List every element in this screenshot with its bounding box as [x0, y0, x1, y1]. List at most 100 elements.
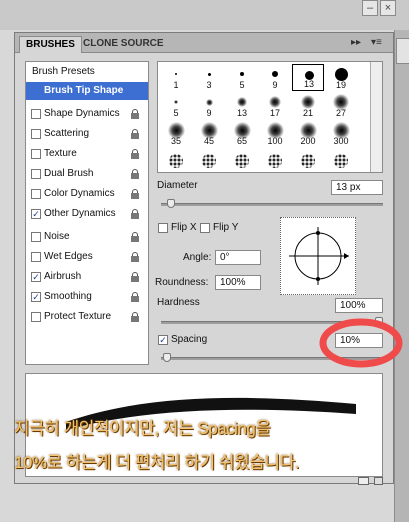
- brush-preset[interactable]: 45: [193, 120, 225, 147]
- roundness-field[interactable]: 100%: [215, 275, 261, 290]
- brush-setting-wet-edges[interactable]: Wet Edges: [26, 248, 148, 266]
- brush-size-label: 27: [335, 108, 346, 118]
- brush-setting-shape-dynamics[interactable]: Shape Dynamics: [26, 105, 148, 123]
- lock-icon[interactable]: [130, 292, 140, 302]
- brush-setting-dual-brush[interactable]: Dual Brush: [26, 165, 148, 183]
- hardness-field[interactable]: 100%: [335, 298, 383, 313]
- angle-field[interactable]: 0°: [215, 250, 261, 265]
- diameter-label: Diameter: [157, 180, 198, 191]
- angle-crosshair-icon: [289, 227, 349, 285]
- flip-x-checkbox[interactable]: [158, 223, 168, 233]
- brush-preset[interactable]: [226, 148, 258, 172]
- brush-setting-brush-tip-shape[interactable]: Brush Tip Shape: [26, 82, 148, 100]
- setting-checkbox[interactable]: [31, 232, 41, 242]
- brush-setting-airbrush[interactable]: ✓ Airbrush: [26, 268, 148, 286]
- brush-preset[interactable]: 200: [292, 120, 324, 147]
- setting-checkbox[interactable]: [31, 312, 41, 322]
- brush-preset[interactable]: 5: [160, 92, 192, 119]
- tab-brushes[interactable]: BRUSHES: [19, 36, 82, 53]
- panel-menu-icon[interactable]: ▾≡: [371, 37, 382, 49]
- brush-preset[interactable]: 17: [259, 92, 291, 119]
- brush-preset[interactable]: 100: [259, 120, 291, 147]
- lock-icon[interactable]: [130, 312, 140, 322]
- brush-setting-color-dynamics[interactable]: Color Dynamics: [26, 185, 148, 203]
- window-top-strip: [0, 0, 409, 30]
- brush-preset[interactable]: 9: [193, 92, 225, 119]
- brush-setting-smoothing[interactable]: ✓ Smoothing: [26, 288, 148, 306]
- setting-label: Noise: [44, 231, 70, 242]
- brush-preset[interactable]: 9: [259, 64, 291, 91]
- brush-size-label: 5: [173, 108, 179, 118]
- setting-checkbox[interactable]: ✓: [31, 209, 41, 219]
- lock-icon[interactable]: [130, 149, 140, 159]
- lock-icon[interactable]: [130, 232, 140, 242]
- lock-icon[interactable]: [130, 169, 140, 179]
- tab-clone-source[interactable]: CLONE SOURCE: [77, 36, 170, 53]
- setting-checkbox[interactable]: [31, 189, 41, 199]
- setting-checkbox[interactable]: [31, 109, 41, 119]
- brush-tip-swatch: [175, 73, 177, 75]
- brush-setting-scattering[interactable]: Scattering: [26, 125, 148, 143]
- brush-preset[interactable]: 13: [226, 92, 258, 119]
- brush-preset[interactable]: 3: [193, 64, 225, 91]
- dock-tool-button[interactable]: [396, 38, 409, 64]
- spacing-checkbox[interactable]: ✓: [158, 335, 168, 345]
- setting-label: Shape Dynamics: [44, 108, 120, 119]
- setting-label: Other Dynamics: [44, 208, 116, 219]
- lock-icon[interactable]: [130, 109, 140, 119]
- brush-tip-swatch: [334, 154, 348, 168]
- close-button[interactable]: ×: [380, 0, 396, 16]
- brush-preset[interactable]: [193, 148, 225, 172]
- setting-label: Protect Texture: [44, 311, 112, 322]
- brush-setting-noise[interactable]: Noise: [26, 228, 148, 246]
- brush-tip-swatch: [237, 97, 247, 107]
- spacing-slider-thumb[interactable]: [163, 353, 171, 362]
- preset-grid-scrollbar[interactable]: [370, 62, 382, 172]
- setting-checkbox[interactable]: [31, 129, 41, 139]
- brush-setting-other-dynamics[interactable]: ✓ Other Dynamics: [26, 205, 148, 223]
- lock-icon[interactable]: [130, 272, 140, 282]
- setting-label: Texture: [44, 148, 77, 159]
- brush-preset[interactable]: 300: [325, 120, 357, 147]
- setting-checkbox[interactable]: [31, 169, 41, 179]
- lock-icon[interactable]: [130, 209, 140, 219]
- diameter-slider-thumb[interactable]: [167, 199, 175, 208]
- brush-size-label: 35: [170, 136, 181, 146]
- brush-preset[interactable]: [259, 148, 291, 172]
- brush-preset[interactable]: [325, 148, 357, 172]
- brush-preset[interactable]: [160, 148, 192, 172]
- brush-preset[interactable]: 35: [160, 120, 192, 147]
- setting-checkbox[interactable]: [31, 149, 41, 159]
- brush-tip-swatch: [174, 100, 178, 104]
- minimize-button[interactable]: –: [362, 0, 378, 16]
- setting-checkbox[interactable]: ✓: [31, 272, 41, 282]
- angle-roundness-widget[interactable]: [280, 217, 356, 295]
- lock-icon[interactable]: [130, 129, 140, 139]
- setting-checkbox[interactable]: ✓: [31, 292, 41, 302]
- brush-setting-brush-presets[interactable]: Brush Presets: [26, 63, 148, 81]
- brush-preset[interactable]: 5: [226, 64, 258, 91]
- brush-preset[interactable]: 65: [226, 120, 258, 147]
- diameter-field[interactable]: 13 px: [331, 180, 383, 195]
- setting-label: Brush Presets: [32, 66, 95, 77]
- brush-size-label: 13: [303, 79, 314, 89]
- brush-preset[interactable]: 21: [292, 92, 324, 119]
- brush-setting-texture[interactable]: Texture: [26, 145, 148, 163]
- lock-icon[interactable]: [130, 189, 140, 199]
- brush-preset[interactable]: 1: [160, 64, 192, 91]
- brush-preset[interactable]: [292, 148, 324, 172]
- collapse-panel-icon[interactable]: ▸▸: [351, 37, 361, 49]
- brush-setting-protect-texture[interactable]: Protect Texture: [26, 308, 148, 326]
- new-brush-icon[interactable]: [358, 477, 369, 485]
- brush-tip-swatch: [301, 154, 315, 168]
- diameter-slider-track[interactable]: [161, 203, 383, 206]
- trash-icon[interactable]: [374, 477, 383, 485]
- flip-y-checkbox[interactable]: [200, 223, 210, 233]
- setting-label: Dual Brush: [44, 168, 94, 179]
- brush-preset[interactable]: 13: [292, 64, 324, 91]
- brush-preset[interactable]: 19: [325, 64, 357, 91]
- brush-tip-swatch: [205, 98, 213, 106]
- lock-icon[interactable]: [130, 252, 140, 262]
- brush-preset[interactable]: 27: [325, 92, 357, 119]
- setting-checkbox[interactable]: [31, 252, 41, 262]
